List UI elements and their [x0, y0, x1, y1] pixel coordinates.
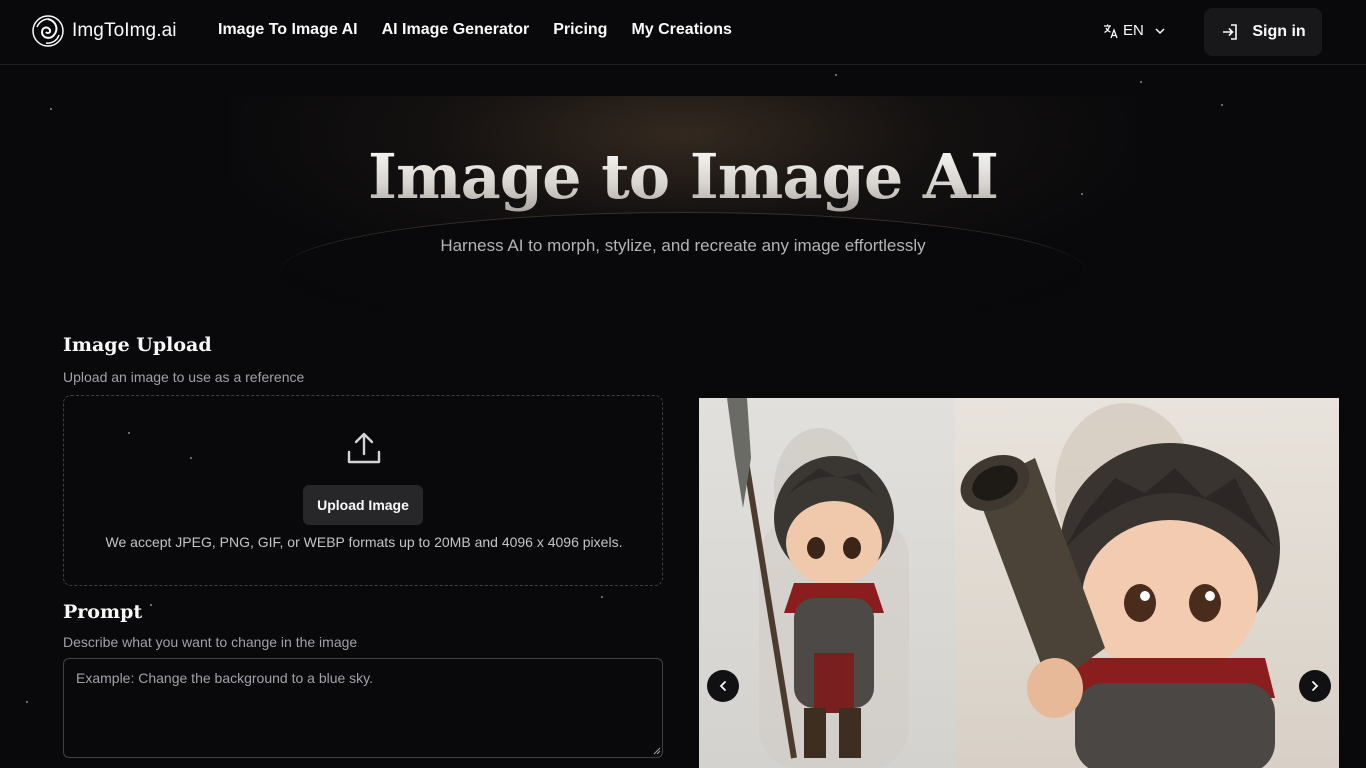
page-title: Image to Image AI: [0, 140, 1366, 213]
star-dot: [26, 701, 28, 703]
chibi-bazooka-warrior-illustration: [960, 403, 1280, 768]
main-nav: Image To Image AI AI Image Generator Pri…: [218, 21, 732, 39]
upload-dropzone[interactable]: Upload Image We accept JPEG, PNG, GIF, o…: [63, 395, 663, 586]
sign-in-icon: [1223, 24, 1238, 40]
language-label: EN: [1123, 22, 1144, 39]
page-subtitle: Harness AI to morph, stylize, and recrea…: [440, 236, 926, 255]
sign-in-button[interactable]: Sign in: [1204, 8, 1322, 56]
image-upload-title: Image Upload: [63, 334, 212, 356]
carousel-image-spearman: [699, 398, 955, 768]
upload-format-note: We accept JPEG, PNG, GIF, or WEBP format…: [105, 534, 623, 550]
translate-icon: [1104, 24, 1118, 38]
logo[interactable]: ImgToImg.ai: [32, 15, 177, 47]
logo-swirl-icon: [32, 15, 64, 47]
carousel-prev-button[interactable]: [707, 670, 739, 702]
prompt-description: Describe what you want to change in the …: [63, 634, 358, 650]
star-dot: [50, 108, 52, 110]
chibi-spear-warrior-illustration: [727, 398, 909, 768]
sign-in-label: Sign in: [1252, 23, 1306, 40]
logo-text: ImgToImg.ai: [72, 20, 177, 41]
prompt-input[interactable]: [63, 658, 663, 758]
nav-image-to-image[interactable]: Image To Image AI: [218, 21, 358, 39]
carousel-image-cannoneer: [955, 398, 1339, 768]
upload-image-button[interactable]: Upload Image: [303, 485, 423, 525]
hero-arc: [280, 212, 1086, 332]
star-dot: [150, 604, 152, 606]
nav-pricing[interactable]: Pricing: [553, 21, 607, 39]
star-dot: [835, 74, 837, 76]
star-dot: [601, 596, 603, 598]
upload-icon: [347, 432, 381, 464]
star-dot: [1221, 104, 1223, 106]
carousel-next-button[interactable]: [1299, 670, 1331, 702]
image-upload-description: Upload an image to use as a reference: [63, 369, 305, 385]
top-navbar: ImgToImg.ai Image To Image AI AI Image G…: [0, 0, 1366, 65]
prompt-title: Prompt: [63, 601, 143, 623]
nav-ai-image-generator[interactable]: AI Image Generator: [382, 21, 530, 39]
language-selector[interactable]: EN: [1103, 22, 1168, 39]
chevron-right-icon: [1312, 681, 1319, 691]
chevron-left-icon: [719, 681, 726, 691]
nav-my-creations[interactable]: My Creations: [631, 21, 731, 39]
resize-handle-icon[interactable]: [653, 747, 661, 755]
star-dot: [1140, 81, 1142, 83]
chevron-down-icon: [1155, 27, 1165, 34]
example-carousel: [699, 398, 1339, 768]
